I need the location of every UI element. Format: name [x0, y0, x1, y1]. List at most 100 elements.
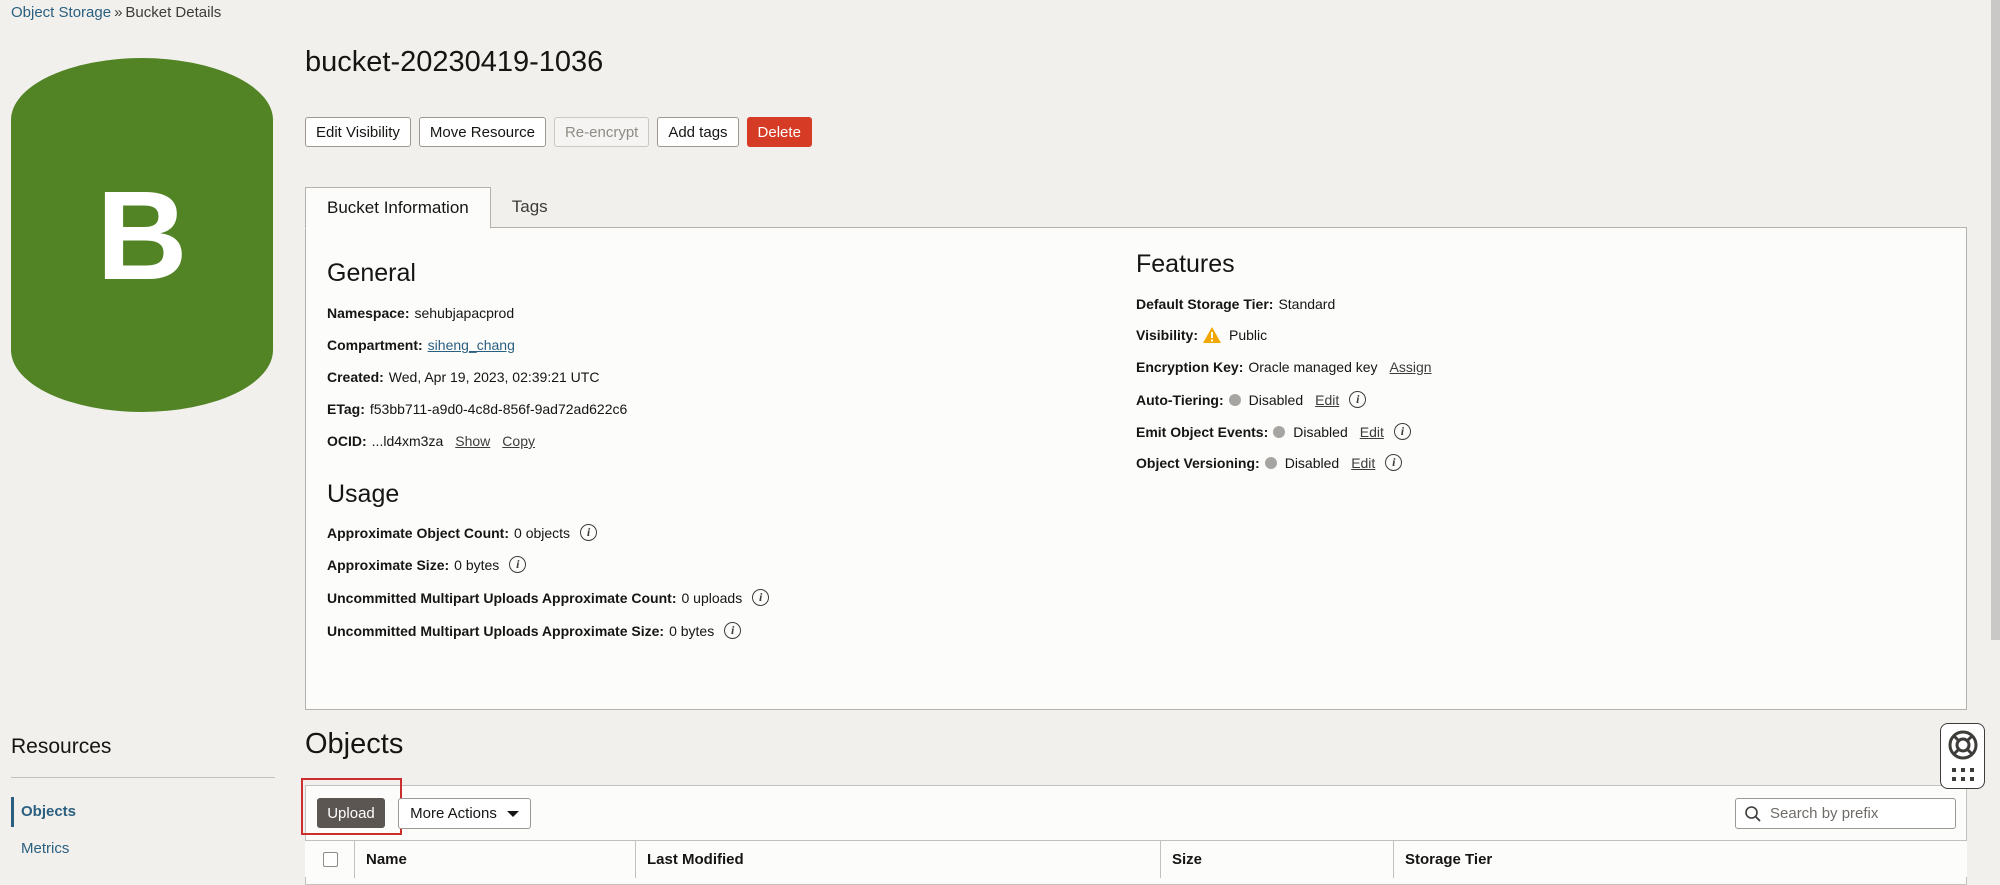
resources-divider [11, 777, 275, 778]
ocid-show-link[interactable]: Show [455, 433, 490, 449]
encryption-key-label: Encryption Key: [1136, 359, 1244, 375]
etag-row: ETag: f53bb711-a9d0-4c8d-856f-9ad72ad622… [327, 401, 627, 417]
breadcrumb-object-storage-link[interactable]: Object Storage [11, 4, 111, 21]
usage-heading: Usage [327, 480, 400, 508]
column-header-size[interactable]: Size [1160, 841, 1393, 878]
multipart-count-value: 0 uploads [681, 589, 743, 606]
search-icon [1745, 805, 1761, 822]
status-dot-icon [1228, 393, 1241, 406]
info-icon[interactable]: i [724, 622, 742, 639]
ocid-value: ...ld4xm3za [371, 433, 444, 449]
encryption-key-row: Encryption Key: Oracle managed key Assig… [1136, 359, 1432, 375]
upload-button[interactable]: Upload [317, 798, 385, 828]
multipart-size-label: Uncommitted Multipart Uploads Approximat… [327, 622, 665, 639]
created-value: Wed, Apr 19, 2023, 02:39:21 UTC [388, 369, 600, 385]
tab-tags[interactable]: Tags [491, 187, 569, 227]
tab-bucket-information[interactable]: Bucket Information [305, 187, 491, 229]
objects-heading: Objects [305, 728, 404, 760]
status-dot-icon [1264, 456, 1277, 469]
sidebar-item-objects[interactable]: Objects [11, 797, 76, 827]
lifebuoy-icon [1948, 730, 1977, 760]
approx-size-value: 0 bytes [454, 556, 500, 573]
emit-events-value: Disabled [1293, 423, 1348, 440]
assign-encryption-key-link[interactable]: Assign [1390, 359, 1432, 375]
more-actions-button[interactable]: More Actions [398, 798, 531, 829]
object-count-value: 0 objects [514, 524, 571, 541]
move-resource-button[interactable]: Move Resource [418, 117, 546, 147]
storage-tier-value: Standard [1278, 296, 1336, 312]
visibility-label: Visibility: [1136, 327, 1198, 343]
etag-label: ETag: [327, 401, 365, 417]
chevron-down-icon [506, 810, 519, 817]
ocid-row: OCID: ...ld4xm3za Show Copy [327, 433, 535, 449]
storage-tier-label: Default Storage Tier: [1136, 296, 1274, 312]
approx-size-row: Approximate Size: 0 bytes i [327, 556, 527, 573]
encryption-key-value: Oracle managed key [1248, 359, 1378, 375]
info-icon[interactable]: i [1393, 423, 1411, 440]
column-header-last-modified[interactable]: Last Modified [635, 841, 1160, 878]
sidebar-item-metrics[interactable]: Metrics [11, 834, 69, 864]
multipart-count-row: Uncommitted Multipart Uploads Approximat… [327, 589, 770, 606]
compartment-row: Compartment: siheng_chang [327, 337, 515, 353]
info-icon[interactable]: i [1385, 454, 1403, 471]
more-actions-label: More Actions [410, 805, 497, 822]
info-icon[interactable]: i [1349, 391, 1367, 408]
detail-tabs: Bucket Information Tags [305, 187, 569, 229]
breadcrumb: Object Storage» Bucket Details [11, 4, 221, 21]
page-title: bucket-20230419-1036 [305, 46, 604, 78]
info-icon[interactable]: i [509, 556, 527, 573]
auto-tiering-value: Disabled [1248, 391, 1304, 408]
add-tags-button[interactable]: Add tags [657, 117, 739, 147]
object-versioning-value: Disabled [1284, 454, 1340, 471]
info-icon[interactable]: i [752, 589, 770, 606]
breadcrumb-current: Bucket Details [125, 4, 222, 21]
multipart-size-value: 0 bytes [669, 622, 715, 639]
search-box [1735, 798, 1956, 829]
column-header-name[interactable]: Name [354, 841, 635, 878]
ocid-copy-link[interactable]: Copy [502, 433, 535, 449]
objects-table-header: Name Last Modified Size Storage Tier [305, 840, 1967, 878]
compartment-link[interactable]: siheng_chang [428, 337, 515, 353]
help-widget[interactable] [1940, 723, 1985, 789]
select-all-checkbox[interactable] [323, 852, 338, 867]
namespace-value: sehubjapacprod [414, 305, 515, 321]
breadcrumb-separator: » [114, 4, 123, 21]
compartment-label: Compartment: [327, 337, 423, 353]
bucket-icon-letter: B [96, 164, 188, 306]
namespace-row: Namespace: sehubjapacprod [327, 305, 514, 321]
column-header-storage-tier[interactable]: Storage Tier [1393, 841, 1965, 878]
status-dot-icon [1273, 425, 1286, 438]
edit-visibility-button[interactable]: Edit Visibility [305, 117, 411, 147]
created-label: Created: [327, 369, 384, 385]
emit-events-row: Emit Object Events: Disabled Edit i [1136, 423, 1411, 440]
object-versioning-label: Object Versioning: [1136, 454, 1260, 471]
bucket-icon: B [11, 58, 273, 412]
object-count-label: Approximate Object Count: [327, 524, 510, 541]
page-scrollbar[interactable] [1991, 0, 2000, 640]
features-heading: Features [1136, 250, 1235, 278]
emit-events-edit-link[interactable]: Edit [1360, 424, 1384, 440]
storage-tier-row: Default Storage Tier: Standard [1136, 296, 1335, 312]
object-versioning-edit-link[interactable]: Edit [1351, 455, 1375, 471]
namespace-label: Namespace: [327, 305, 410, 321]
emit-events-label: Emit Object Events: [1136, 423, 1269, 440]
multipart-count-label: Uncommitted Multipart Uploads Approximat… [327, 589, 677, 606]
approx-size-label: Approximate Size: [327, 556, 450, 573]
general-heading: General [327, 259, 416, 287]
auto-tiering-row: Auto-Tiering: Disabled Edit i [1136, 391, 1367, 408]
created-row: Created: Wed, Apr 19, 2023, 02:39:21 UTC [327, 369, 599, 385]
re-encrypt-button[interactable]: Re-encrypt [553, 117, 650, 147]
visibility-row: Visibility: Public [1136, 327, 1267, 343]
ocid-label: OCID: [327, 433, 367, 449]
delete-button[interactable]: Delete [746, 117, 812, 147]
multipart-size-row: Uncommitted Multipart Uploads Approximat… [327, 622, 742, 639]
visibility-value: Public [1228, 327, 1268, 343]
action-bar: Edit Visibility Move Resource Re-encrypt… [305, 117, 812, 147]
warning-icon [1202, 327, 1221, 343]
auto-tiering-edit-link[interactable]: Edit [1315, 392, 1339, 408]
auto-tiering-label: Auto-Tiering: [1136, 391, 1224, 408]
search-input[interactable] [1768, 804, 1952, 823]
info-icon[interactable]: i [580, 524, 598, 541]
etag-value: f53bb711-a9d0-4c8d-856f-9ad72ad622c6 [369, 401, 628, 417]
object-versioning-row: Object Versioning: Disabled Edit i [1136, 454, 1403, 471]
